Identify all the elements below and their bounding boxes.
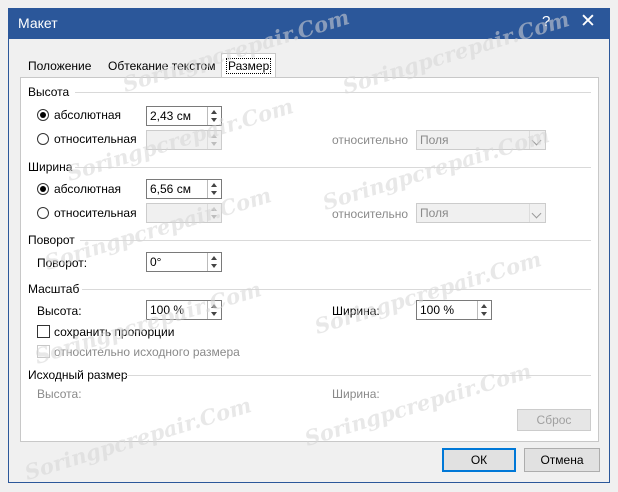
width-relative-radio[interactable] [37, 207, 49, 219]
width-section-divider [75, 167, 591, 168]
width-relative-to-value: Поля [420, 206, 449, 220]
tab-size[interactable]: Размер [221, 53, 277, 77]
close-icon[interactable]: ✕ [580, 10, 596, 33]
width-relative-spin-arrows[interactable] [207, 204, 221, 222]
ok-button[interactable]: ОК [442, 448, 516, 472]
relative-original-checkbox[interactable] [37, 345, 50, 358]
width-section-title: Ширина [28, 160, 73, 174]
spin-down-icon[interactable] [481, 312, 487, 316]
dialog-title: Макет [18, 15, 58, 31]
chevron-down-icon[interactable] [529, 131, 545, 149]
lock-aspect-ratio-label: сохранить пропорции [54, 325, 175, 339]
width-relative-to-select[interactable]: Поля [416, 203, 546, 223]
spin-down-icon[interactable] [211, 312, 217, 316]
chevron-down-icon[interactable] [529, 204, 545, 222]
height-relative-spinner[interactable] [146, 130, 222, 150]
tab-text-wrapping[interactable]: Обтекание текстом [104, 56, 219, 76]
width-absolute-spin-arrows[interactable] [207, 180, 221, 198]
reset-button[interactable]: Сброс [517, 409, 591, 431]
height-section-divider [75, 92, 591, 93]
spin-up-icon[interactable] [211, 207, 217, 211]
scale-height-spinner[interactable]: 100 % [146, 300, 222, 320]
height-absolute-label: абсолютная [54, 108, 121, 122]
spin-down-icon[interactable] [211, 142, 217, 146]
cancel-button[interactable]: Отмена [524, 448, 600, 472]
height-absolute-radio[interactable] [37, 109, 49, 121]
tab-position[interactable]: Положение [24, 56, 95, 76]
tab-position-label: Положение [28, 59, 92, 73]
width-relative-label: относительная [54, 206, 137, 220]
original-size-section-divider [126, 375, 591, 376]
width-absolute-spinner[interactable]: 6,56 см [146, 179, 222, 199]
height-absolute-spin-arrows[interactable] [207, 107, 221, 125]
height-relative-to-label: относительно [332, 133, 409, 147]
height-absolute-value: 2,43 см [150, 109, 191, 123]
title-bar: Макет ? ✕ [8, 8, 610, 39]
scale-section-divider [82, 289, 591, 290]
rotation-section-divider [80, 240, 591, 241]
width-absolute-label: абсолютная [54, 182, 121, 196]
original-height-label: Высота: [37, 387, 82, 401]
width-relative-spinner[interactable] [146, 203, 222, 223]
rotation-spin-arrows[interactable] [207, 253, 221, 271]
tab-size-label: Размер [226, 58, 272, 74]
spin-up-icon[interactable] [211, 110, 217, 114]
width-relative-to-label: относительно [332, 207, 409, 221]
relative-original-label: относительно исходного размера [54, 345, 240, 359]
help-button[interactable]: ? [542, 13, 550, 30]
width-absolute-value: 6,56 см [150, 182, 191, 196]
spin-down-icon[interactable] [211, 264, 217, 268]
scale-width-spinner[interactable]: 100 % [416, 300, 492, 320]
scale-width-label: Ширина: [332, 304, 380, 318]
rotation-value: 0° [150, 255, 162, 269]
height-relative-to-select[interactable]: Поля [416, 130, 546, 150]
height-section-title: Высота [28, 85, 70, 99]
spin-up-icon[interactable] [211, 304, 217, 308]
height-relative-to-value: Поля [420, 133, 449, 147]
rotation-spinner[interactable]: 0° [146, 252, 222, 272]
scale-section-title: Масштаб [28, 282, 80, 296]
original-width-label: Ширина: [332, 387, 380, 401]
lock-aspect-ratio-checkbox[interactable] [37, 325, 50, 338]
spin-down-icon[interactable] [211, 215, 217, 219]
rotation-label: Поворот: [37, 256, 88, 270]
spin-down-icon[interactable] [211, 191, 217, 195]
scale-width-value: 100 % [420, 303, 455, 317]
original-size-section-title: Исходный размер [28, 368, 128, 382]
scale-height-value: 100 % [150, 303, 185, 317]
scale-height-spin-arrows[interactable] [207, 301, 221, 319]
scale-width-spin-arrows[interactable] [477, 301, 491, 319]
width-absolute-radio[interactable] [37, 183, 49, 195]
height-relative-spin-arrows[interactable] [207, 131, 221, 149]
layout-dialog: Макет ? ✕ Положение Обтекание текстом Ра… [0, 0, 618, 492]
spin-up-icon[interactable] [211, 256, 217, 260]
height-relative-label: относительная [54, 132, 137, 146]
scale-height-label: Высота: [37, 304, 82, 318]
spin-up-icon[interactable] [211, 134, 217, 138]
height-relative-radio[interactable] [37, 133, 49, 145]
height-absolute-spinner[interactable]: 2,43 см [146, 106, 222, 126]
tab-text-wrapping-label: Обтекание текстом [108, 59, 216, 73]
rotation-section-title: Поворот [28, 233, 75, 247]
spin-up-icon[interactable] [211, 183, 217, 187]
spin-down-icon[interactable] [211, 118, 217, 122]
spin-up-icon[interactable] [481, 304, 487, 308]
